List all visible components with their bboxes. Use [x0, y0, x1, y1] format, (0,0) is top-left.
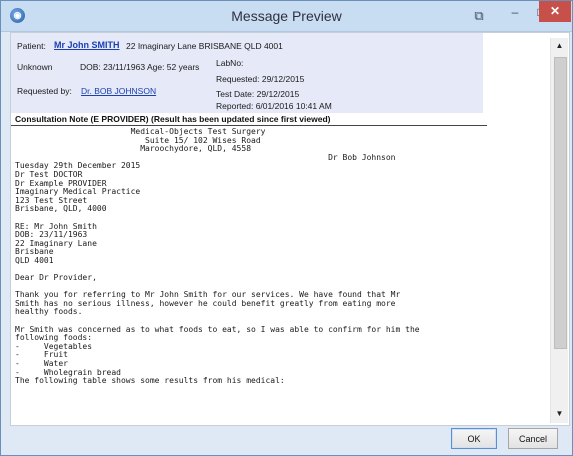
requested-date: Requested: 29/12/2015 — [216, 74, 305, 84]
message-content: Patient: Mr John SMITH 22 Imaginary Lane… — [10, 32, 570, 426]
minimize-icon[interactable]: – — [501, 1, 529, 23]
patient-sex: Unknown — [17, 62, 53, 72]
scroll-up-icon[interactable]: ▲ — [551, 38, 568, 54]
restore-icon[interactable]: ⧉ — [465, 5, 493, 27]
consultation-note-heading: Consultation Note (E PROVIDER) (Result h… — [11, 114, 487, 126]
ok-button[interactable]: OK — [451, 428, 497, 449]
patient-header: Patient: Mr John SMITH 22 Imaginary Lane… — [11, 33, 483, 113]
requested-by-link[interactable]: Dr. BOB JOHNSON — [81, 86, 156, 96]
requested-by-label: Requested by: — [17, 86, 72, 96]
message-preview-window: ◉ Message Preview ⧉ – □ ✕ Patient: Mr Jo… — [0, 0, 573, 456]
scroll-thumb[interactable] — [554, 57, 567, 349]
close-icon[interactable]: ✕ — [539, 1, 571, 22]
reported-date: Reported: 6/01/2016 10:41 AM — [216, 101, 332, 111]
lab-number: LabNo: — [216, 58, 244, 68]
patient-name-link[interactable]: Mr John SMITH — [54, 40, 120, 50]
vertical-scrollbar[interactable]: ▲ ▼ — [550, 38, 568, 423]
test-date: Test Date: 29/12/2015 — [216, 89, 300, 99]
scroll-down-icon[interactable]: ▼ — [551, 406, 568, 422]
patient-address: 22 Imaginary Lane BRISBANE QLD 4001 — [126, 41, 283, 51]
consultation-note-body: Medical-Objects Test Surgery Suite 15/ 1… — [15, 128, 420, 386]
cancel-button[interactable]: Cancel — [508, 428, 558, 449]
patient-dob-age: DOB: 23/11/1963 Age: 52 years — [80, 62, 200, 72]
title-bar[interactable]: ◉ Message Preview ⧉ – □ ✕ — [1, 1, 572, 32]
patient-label: Patient: — [17, 41, 46, 51]
